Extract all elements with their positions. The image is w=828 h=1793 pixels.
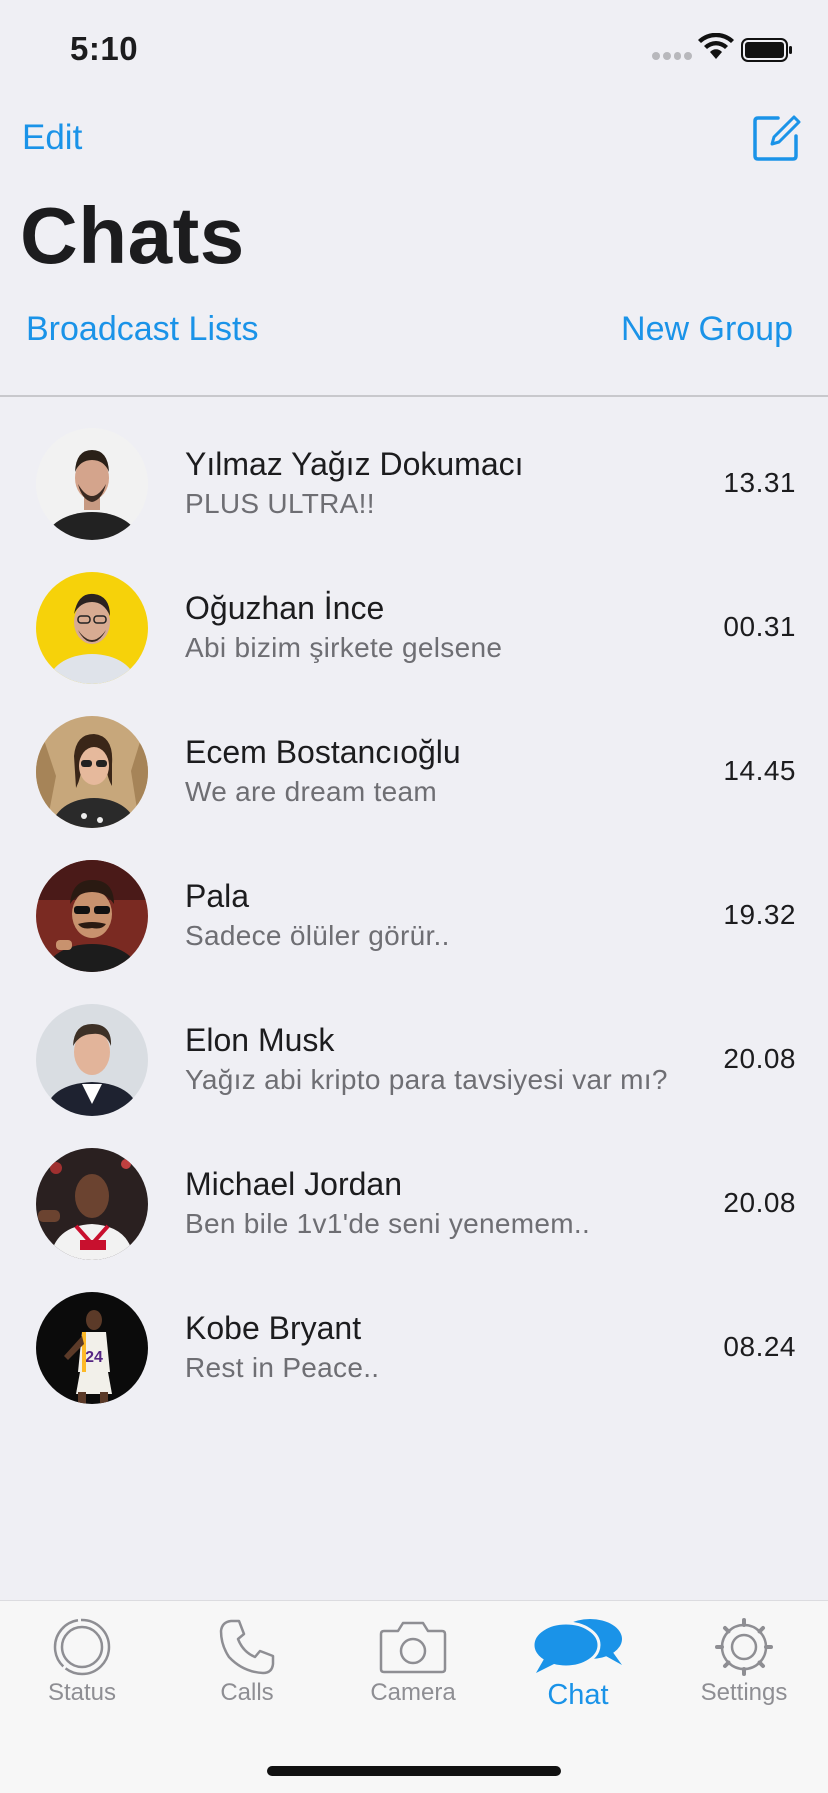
chat-time: 20.08 bbox=[723, 1187, 796, 1218]
phone-icon bbox=[219, 1619, 275, 1675]
avatar bbox=[36, 1004, 148, 1116]
tab-label: Status bbox=[47, 1679, 117, 1706]
status-icon bbox=[53, 1618, 111, 1676]
gear-icon bbox=[715, 1618, 773, 1676]
avatar bbox=[36, 428, 148, 540]
chat-name: Kobe Bryant bbox=[185, 1310, 362, 1346]
chat-time: 20.08 bbox=[723, 1043, 796, 1074]
chat-row[interactable]: Oğuzhan İnce Abi bizim şirkete gelsene 0… bbox=[0, 564, 828, 708]
tab-label: Chat bbox=[547, 1679, 609, 1711]
chat-row[interactable]: Michael Jordan Ben bile 1v1'de seni yene… bbox=[0, 1140, 828, 1284]
cellular-signal-icon bbox=[652, 52, 692, 60]
tab-label: Settings bbox=[700, 1679, 788, 1706]
chat-name: Yılmaz Yağız Dokumacı bbox=[185, 446, 524, 482]
chat-last-message: Yağız abi kripto para tavsiyesi var mı? bbox=[185, 1064, 668, 1095]
chat-row[interactable]: 24 Kobe Bryant Rest in Peace.. 08.24 bbox=[0, 1284, 828, 1428]
tab-calls[interactable]: Calls bbox=[177, 1617, 317, 1707]
avatar bbox=[36, 1148, 148, 1260]
tab-label: Camera bbox=[370, 1679, 456, 1706]
tab-camera[interactable]: Camera bbox=[343, 1617, 483, 1707]
chat-last-message: Sadece ölüler görür.. bbox=[185, 920, 450, 951]
chat-time: 00.31 bbox=[723, 611, 796, 642]
chat-name: Ecem Bostancıoğlu bbox=[185, 734, 461, 770]
broadcast-lists-link[interactable]: Broadcast Lists bbox=[26, 310, 258, 349]
divider bbox=[0, 395, 828, 397]
avatar bbox=[36, 860, 148, 972]
tab-settings[interactable]: Settings bbox=[674, 1617, 814, 1707]
avatar bbox=[36, 572, 148, 684]
chat-last-message: Ben bile 1v1'de seni yenemem.. bbox=[185, 1208, 591, 1239]
chat-name: Michael Jordan bbox=[185, 1166, 402, 1202]
status-bar: 5:10 bbox=[0, 0, 828, 100]
chat-last-message: We are dream team bbox=[185, 776, 438, 807]
chat-time: 14.45 bbox=[723, 755, 796, 786]
chat-row[interactable]: Pala Sadece ölüler görür.. 19.32 bbox=[0, 852, 828, 996]
avatar: 24 bbox=[36, 1292, 148, 1404]
new-group-link[interactable]: New Group bbox=[621, 310, 793, 349]
chat-list: Yılmaz Yağız Dokumacı PLUS ULTRA!! 13.31… bbox=[0, 420, 828, 1428]
chat-name: Elon Musk bbox=[185, 1022, 335, 1058]
chat-row[interactable]: Elon Musk Yağız abi kripto para tavsiyes… bbox=[0, 996, 828, 1140]
compose-icon[interactable] bbox=[752, 112, 802, 162]
status-time: 5:10 bbox=[70, 30, 139, 67]
camera-icon bbox=[379, 1621, 447, 1674]
chat-name: Oğuzhan İnce bbox=[185, 590, 385, 626]
chat-time: 08.24 bbox=[723, 1331, 796, 1362]
chat-row[interactable]: Ecem Bostancıoğlu We are dream team 14.4… bbox=[0, 708, 828, 852]
chat-name: Pala bbox=[185, 878, 250, 914]
chat-time: 19.32 bbox=[723, 899, 796, 930]
chat-row[interactable]: Yılmaz Yağız Dokumacı PLUS ULTRA!! 13.31 bbox=[0, 420, 828, 564]
battery-icon bbox=[741, 38, 792, 62]
tab-status[interactable]: Status bbox=[12, 1617, 152, 1707]
svg-text:24: 24 bbox=[85, 1349, 103, 1366]
tab-chat[interactable]: Chat bbox=[508, 1617, 648, 1712]
chat-last-message: Abi bizim şirkete gelsene bbox=[185, 632, 503, 663]
chat-bubbles-icon bbox=[532, 1619, 622, 1673]
edit-button[interactable]: Edit bbox=[22, 118, 82, 158]
page-title: Chats bbox=[20, 191, 245, 280]
home-indicator bbox=[267, 1766, 561, 1776]
tab-label: Calls bbox=[220, 1679, 274, 1706]
chat-last-message: PLUS ULTRA!! bbox=[185, 488, 375, 519]
wifi-icon bbox=[698, 33, 734, 59]
chat-last-message: Rest in Peace.. bbox=[185, 1352, 380, 1383]
avatar bbox=[36, 716, 148, 828]
tab-bar: Status Calls Camera Chat Settings bbox=[0, 1600, 828, 1793]
chat-time: 13.31 bbox=[723, 467, 796, 498]
